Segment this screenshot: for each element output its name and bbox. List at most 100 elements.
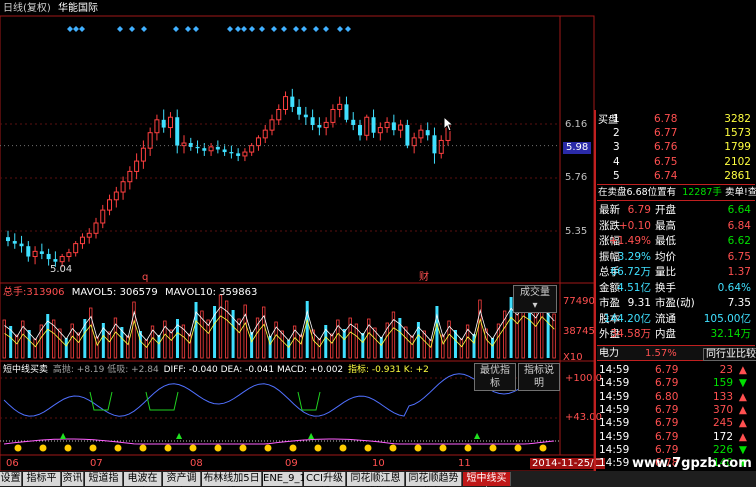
volume-bar [410, 335, 414, 359]
candle-body [120, 181, 126, 193]
candle-body [262, 129, 268, 139]
bid-row[interactable]: 2 6.77 1573 [597, 126, 753, 140]
candle-body [249, 145, 255, 153]
stat-label: 流通 [655, 312, 676, 325]
candle-body [175, 117, 180, 146]
chart-canvas[interactable]: ▲ ▲ ▲ ▲ [0, 0, 596, 471]
candle-body [391, 122, 396, 131]
up-arrow-icon: ▲ [738, 403, 747, 416]
date-axis-label: 06 [6, 458, 19, 469]
candle-body [283, 96, 289, 111]
candle-body [371, 117, 376, 133]
trade-tick-row: 14:59 6.79 370 ▲ [597, 403, 753, 417]
tick-time: 14:59 [599, 390, 630, 403]
bid-row[interactable]: 3 6.76 1799 [597, 140, 753, 154]
volume-bar [224, 300, 229, 359]
sector-name[interactable]: 电力 [599, 348, 619, 359]
indicator-tab[interactable]: 指标平台 [23, 472, 61, 486]
smiley-icon [539, 444, 547, 452]
price-label-top: 6.16 [565, 119, 588, 130]
candle-body [384, 121, 390, 129]
buy-flag-icon: ▲ [60, 431, 67, 440]
indicator-tab[interactable]: 设置 [0, 472, 22, 486]
candle-body [377, 127, 383, 134]
candle-body [229, 152, 234, 154]
down-arrow-icon: ▼ [738, 377, 747, 390]
date-axis-label: 11 [458, 458, 471, 469]
smiley-icon [489, 444, 497, 452]
stat-value: 144.20亿 [603, 312, 651, 325]
tick-price: 6.80 [655, 390, 679, 403]
quote-stat-row: 股本 144.20亿 流通 105.00亿 [597, 312, 753, 326]
buy-signal-box [297, 391, 321, 411]
tick-time: 14:59 [599, 403, 630, 416]
tick-time: 14:59 [599, 417, 630, 430]
down-arrow-icon: ▼ [738, 443, 747, 456]
volume-bar [89, 307, 93, 359]
stat-label: 市盈(动) [655, 297, 695, 309]
indicator-tab[interactable]: 同花顺趋势指标 [406, 472, 462, 486]
tick-time: 14:59 [599, 457, 630, 470]
bid-row[interactable]: 5 6.74 2861 [597, 169, 753, 183]
quote-stat-row: 涨幅 +1.49% 最低 6.62 [597, 234, 753, 248]
indicator-tab[interactable]: 短道指标 [85, 472, 123, 486]
volume-bar [268, 336, 272, 358]
stat-label: 均价 [655, 250, 676, 263]
optimal-indicator-button[interactable]: 最优指标 [474, 363, 516, 391]
chart-period-title[interactable]: 日线(复权) 华能国际 [3, 3, 98, 14]
stat-value: 6.79 [627, 204, 651, 216]
stat-label: 市盈 [599, 297, 620, 309]
candle-body [66, 252, 72, 258]
tick-volume: 159 [712, 377, 733, 390]
indicator-tab[interactable]: 资讯 [62, 472, 84, 486]
buy-flag-icon: ▲ [474, 431, 481, 440]
stat-value: 0.64% [717, 281, 751, 294]
stat-label: 量比 [655, 266, 676, 278]
indicator-tab[interactable]: 短中线买卖 [463, 472, 511, 486]
candle-body [19, 243, 24, 247]
tick-price: 6.79 [655, 364, 679, 376]
note-marker-q[interactable]: q [142, 272, 148, 283]
indicator-tab[interactable]: 布林线加5日线 [202, 472, 262, 486]
quote-stat-row: 总手 66.72万 量比 1.37 [597, 265, 753, 279]
smiley-icon [164, 444, 172, 452]
stat-value: 9.31 [627, 297, 651, 309]
tick-time: 14:59 [599, 443, 630, 456]
candle-body [330, 109, 336, 123]
volume-indicator-dropdown[interactable]: 成交量 ▾ [513, 285, 557, 313]
volume-bar [305, 301, 309, 358]
bid-volume: 2102 [724, 155, 751, 168]
indicator-tab[interactable]: CCI升级版 [304, 472, 346, 486]
bid-row[interactable]: 4 6.75 2102 [597, 155, 753, 169]
volume-bar [379, 337, 383, 358]
candle-body [161, 119, 166, 128]
indicator-help-button[interactable]: 指标说明 [518, 363, 560, 391]
candle-body [86, 232, 92, 238]
candle-body [215, 146, 220, 150]
volume-axis-unit: X10 [563, 352, 583, 363]
indicator-tab[interactable]: 同花顺江恩三线指标 [347, 472, 405, 486]
bid-volume: 3282 [724, 113, 751, 125]
candle-body [107, 199, 113, 211]
tick-volume: 226 [712, 443, 733, 456]
bid-row[interactable]: 1 6.78 3282 [597, 112, 753, 126]
stat-label: 最低 [655, 235, 676, 247]
smiley-icon [314, 444, 322, 452]
tick-volume: 133 [712, 390, 733, 403]
signal-diamond-icon [129, 26, 135, 32]
volume-bar [428, 339, 433, 359]
mouse-cursor-icon [443, 116, 455, 132]
indicator-tab[interactable]: ENE_9_11 [263, 472, 312, 486]
signal-diamond-icon [235, 26, 241, 32]
indicator-tab[interactable]: 电波在此 [124, 472, 162, 486]
order-book-alert[interactable]: 在卖盘6.68位置有 12287手 卖单!查看详细 [598, 187, 756, 198]
peer-compare-button[interactable]: 同行业比较 [703, 348, 756, 361]
note-marker-finance[interactable]: 财 [419, 272, 429, 283]
volume-bar [391, 311, 396, 359]
indicator-tab[interactable]: 资产调查 [163, 472, 201, 486]
volume-bar [317, 338, 321, 359]
candle-body [202, 148, 207, 151]
tick-volume: 172 [712, 430, 733, 443]
price-label-mid: 5.76 [565, 172, 588, 183]
bid-level: 1 [613, 113, 620, 125]
